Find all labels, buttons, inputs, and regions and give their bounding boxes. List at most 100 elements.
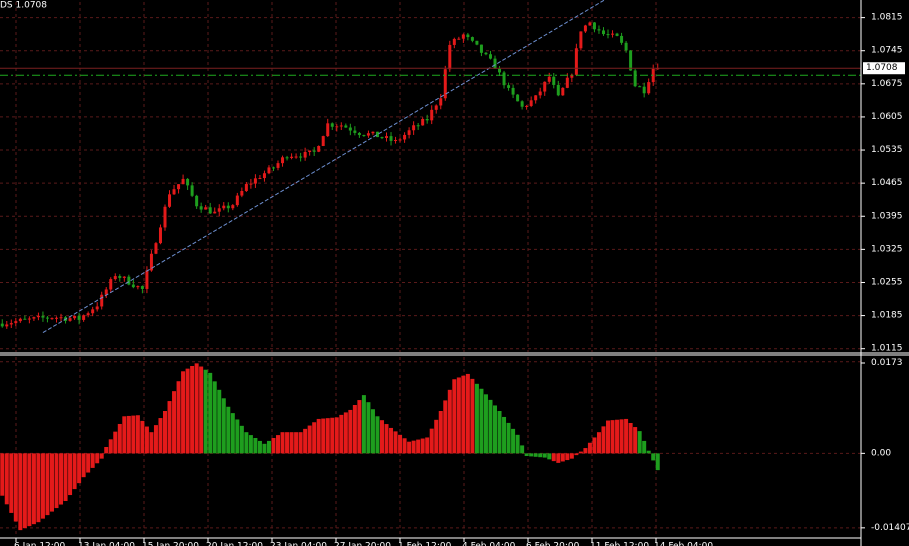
- candle-body: [629, 50, 633, 71]
- candle-body: [285, 157, 289, 159]
- candle-body: [588, 22, 592, 26]
- candle-body: [624, 42, 628, 51]
- histogram-bar: [425, 437, 430, 454]
- histogram-bar: [4, 453, 9, 505]
- histogram-bar: [104, 447, 109, 454]
- candle-body: [479, 44, 483, 53]
- histogram-bar: [470, 378, 475, 454]
- histogram-bar: [479, 388, 484, 454]
- candle-body: [68, 318, 72, 321]
- histogram-bar: [556, 453, 561, 463]
- candle-body: [488, 54, 492, 59]
- histogram-bar: [610, 420, 615, 454]
- candle-body: [317, 146, 321, 152]
- candle-body: [168, 194, 172, 207]
- histogram-bar: [334, 417, 339, 454]
- candle-body: [642, 86, 646, 94]
- histogram-bar: [533, 453, 538, 457]
- histogram-bar: [547, 453, 552, 460]
- histogram-bar: [420, 438, 425, 454]
- candle-body: [339, 125, 343, 127]
- time-tick-label: 1 Feb 12:00: [398, 542, 452, 546]
- candle-body: [145, 270, 149, 289]
- candle-body: [86, 313, 90, 316]
- histogram-bar: [212, 381, 217, 454]
- candle-body: [276, 163, 280, 168]
- histogram-bar: [135, 415, 140, 454]
- candle-body: [394, 140, 398, 142]
- candle-body: [172, 189, 176, 195]
- candle-body: [294, 156, 298, 158]
- histogram-bar: [113, 431, 118, 454]
- histogram-bar: [140, 420, 145, 454]
- price-tick-label: 1.0605: [871, 112, 903, 122]
- candle-body: [122, 276, 126, 278]
- histogram-bar: [221, 398, 226, 454]
- candle-body: [262, 173, 266, 179]
- candle-body: [91, 309, 95, 314]
- price-grid: [0, 2, 861, 352]
- candle-body: [140, 286, 144, 289]
- histogram-series: [0, 363, 660, 531]
- histogram-bar: [493, 405, 497, 454]
- histogram-bar: [357, 400, 362, 454]
- candle-body: [416, 125, 420, 127]
- candle-body: [181, 178, 185, 185]
- histogram-bar: [149, 432, 154, 454]
- candle-body: [461, 34, 465, 39]
- histogram-bar: [131, 415, 136, 454]
- histogram-bar: [366, 402, 371, 454]
- histogram-bar: [9, 453, 14, 513]
- candle-body: [507, 85, 511, 88]
- histogram-bar: [655, 453, 660, 471]
- header-text: DS 1.0708: [0, 1, 47, 11]
- candle-body: [452, 38, 456, 45]
- candle-body: [231, 205, 235, 209]
- candle-body: [271, 167, 275, 169]
- candle-body: [240, 191, 244, 196]
- candle-body: [258, 178, 262, 180]
- candle-body: [244, 184, 248, 192]
- histogram-bar: [429, 428, 434, 454]
- histogram-bar: [443, 400, 448, 454]
- candle-body: [109, 279, 113, 290]
- histogram-bar: [13, 453, 18, 522]
- histogram-bar: [651, 453, 656, 461]
- histogram-bar: [226, 406, 231, 454]
- candle-body: [163, 206, 167, 228]
- candle-body: [425, 118, 429, 121]
- candle-body: [534, 95, 538, 101]
- histogram-bar: [77, 453, 82, 484]
- candle-body: [565, 77, 569, 88]
- time-tick-label: 27 Jan 20:00: [334, 542, 391, 546]
- histogram-bar: [628, 423, 633, 454]
- candle-body: [371, 131, 375, 134]
- histogram-bar: [343, 412, 348, 454]
- histogram-bar: [483, 394, 488, 454]
- histogram-bar: [172, 391, 177, 454]
- histogram-bar: [325, 418, 330, 454]
- candle-body: [5, 324, 9, 327]
- candle-body: [303, 152, 307, 158]
- candle-body: [484, 52, 488, 55]
- histogram-bar: [633, 427, 638, 454]
- candle-body: [502, 72, 506, 86]
- candle-body: [235, 195, 239, 206]
- candle-body: [213, 211, 217, 214]
- histogram-bar: [389, 427, 394, 454]
- time-tick-label: 23 Jan 04:00: [270, 542, 327, 546]
- histogram-bar: [551, 453, 556, 462]
- candle-body: [41, 315, 45, 318]
- price-tick-label: 1.0325: [871, 244, 903, 254]
- candle-body: [529, 100, 533, 106]
- candle-body: [466, 34, 470, 38]
- candle-body: [100, 294, 104, 307]
- histogram-bar: [542, 453, 547, 458]
- histogram-bar: [560, 453, 565, 462]
- histogram-bar: [68, 453, 73, 496]
- candle-body: [434, 105, 438, 110]
- candle-body: [620, 35, 624, 43]
- candle-body: [407, 130, 411, 135]
- histogram-bar: [289, 432, 294, 454]
- histogram-bar: [307, 425, 312, 454]
